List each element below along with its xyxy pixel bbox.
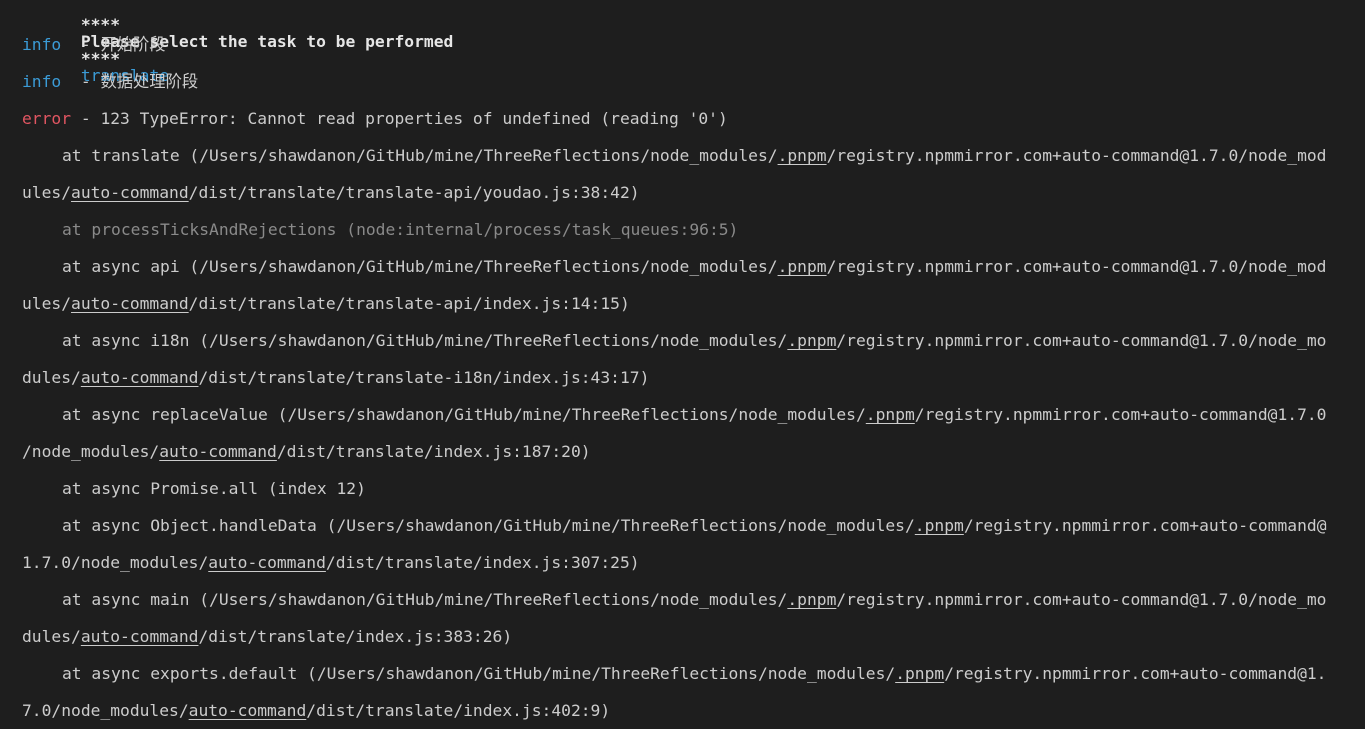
auto-command-link[interactable]: auto-command — [71, 294, 189, 313]
stack-frame-path: /node_modules/ — [22, 442, 160, 461]
stack-frame-line-wrap: ules/auto-command/dist/translate/transla… — [22, 174, 1365, 211]
stack-frame-text: at async Promise.all (index 12) — [62, 479, 366, 498]
log-line-error: error - 123 TypeError: Cannot read prope… — [22, 100, 1365, 137]
pnpm-link[interactable]: .pnpm — [787, 590, 836, 609]
stack-frame-line: at async Object.handleData (/Users/shawd… — [22, 507, 1365, 544]
auto-command-link[interactable]: auto-command — [208, 553, 326, 572]
stack-frame-path: ules/ — [22, 183, 72, 202]
error-message: 123 TypeError: Cannot read properties of… — [100, 109, 728, 128]
stack-frame-line: at async replaceValue (/Users/shawdanon/… — [22, 396, 1365, 433]
pnpm-link[interactable]: .pnpm — [787, 331, 836, 350]
auto-command-link[interactable]: auto-command — [159, 442, 277, 461]
stack-frame-path: /registry.npmmirror.com+auto-command@1.7… — [914, 405, 1327, 424]
stack-frame-path: /registry.npmmirror.com+auto-command@1.7… — [826, 146, 1327, 165]
stack-frame-path: at async replaceValue (/Users/shawdanon/… — [62, 405, 866, 424]
stack-frame-text: at processTicksAndRejections (node:inter… — [62, 220, 739, 239]
stack-frame-line: at async api (/Users/shawdanon/GitHub/mi… — [22, 248, 1365, 285]
log-sep: - — [71, 72, 101, 91]
stack-frame-path: dules/ — [22, 627, 81, 646]
stack-frame-path: at async i18n (/Users/shawdanon/GitHub/m… — [62, 331, 788, 350]
pnpm-link[interactable]: .pnpm — [866, 405, 915, 424]
stack-frame-line-wrap: dules/auto-command/dist/translate/index.… — [22, 618, 1365, 655]
log-message: 开始阶段 — [100, 35, 166, 54]
log-level: info — [22, 72, 62, 91]
stack-frame-line: at translate (/Users/shawdanon/GitHub/mi… — [22, 137, 1365, 174]
stack-frame-path: /registry.npmmirror.com+auto-command@ — [963, 516, 1327, 535]
stack-frame-path: 7.0/node_modules/ — [22, 701, 189, 720]
stack-frame-path: at async main (/Users/shawdanon/GitHub/m… — [62, 590, 788, 609]
stack-frame-path: ules/ — [22, 294, 72, 313]
stack-frame-line: at processTicksAndRejections (node:inter… — [22, 211, 1365, 248]
auto-command-link[interactable]: auto-command — [81, 368, 199, 387]
stack-frame-path: /registry.npmmirror.com+auto-command@1.7… — [826, 257, 1327, 276]
stack-trace: at translate (/Users/shawdanon/GitHub/mi… — [22, 137, 1365, 729]
log-sep: - — [71, 35, 101, 54]
pnpm-link[interactable]: .pnpm — [915, 516, 964, 535]
pnpm-link[interactable]: .pnpm — [778, 146, 827, 165]
stack-frame-line: at async Promise.all (index 12) — [22, 470, 1365, 507]
auto-command-link[interactable]: auto-command — [71, 183, 189, 202]
log-level: info — [22, 35, 62, 54]
stack-frame-path: /dist/translate/index.js:402:9) — [306, 701, 611, 720]
stack-frame-path: /registry.npmmirror.com+auto-command@1.7… — [836, 590, 1327, 609]
stack-frame-path: /dist/translate/translate-api/youdao.js:… — [188, 183, 640, 202]
stack-frame-line-wrap: 1.7.0/node_modules/auto-command/dist/tra… — [22, 544, 1365, 581]
pnpm-link[interactable]: .pnpm — [778, 257, 827, 276]
terminal-output[interactable]: **** Please select the task to be perfor… — [0, 0, 1365, 729]
stack-frame-path: dules/ — [22, 368, 81, 387]
log-line-info-2: info - 数据处理阶段 — [22, 63, 1365, 100]
stack-frame-path: /dist/translate/translate-api/index.js:1… — [188, 294, 630, 313]
prompt-line: **** Please select the task to be perfor… — [22, 0, 1365, 84]
pnpm-link[interactable]: .pnpm — [895, 664, 944, 683]
log-message: 数据处理阶段 — [100, 72, 199, 91]
stack-frame-path: /registry.npmmirror.com+auto-command@1.7… — [836, 331, 1327, 350]
stack-frame-path: at translate (/Users/shawdanon/GitHub/mi… — [62, 146, 778, 165]
stack-frame-line-wrap: ules/auto-command/dist/translate/transla… — [22, 285, 1365, 322]
log-line-info-1: info - 开始阶段 — [22, 26, 1365, 63]
stack-frame-line: at async i18n (/Users/shawdanon/GitHub/m… — [22, 322, 1365, 359]
auto-command-link[interactable]: auto-command — [189, 701, 307, 720]
stack-frame-line-wrap: 7.0/node_modules/auto-command/dist/trans… — [22, 692, 1365, 729]
stack-frame-line-wrap: dules/auto-command/dist/translate/transl… — [22, 359, 1365, 396]
stack-frame-line: at async exports.default (/Users/shawdan… — [22, 655, 1365, 692]
stack-frame-path: at async api (/Users/shawdanon/GitHub/mi… — [62, 257, 778, 276]
error-sep: - — [71, 109, 101, 128]
stack-frame-path: /dist/translate/translate-i18n/index.js:… — [198, 368, 650, 387]
stack-frame-path: /dist/translate/index.js:187:20) — [276, 442, 591, 461]
error-level: error — [22, 109, 72, 128]
stack-frame-path: /dist/translate/index.js:383:26) — [198, 627, 513, 646]
auto-command-link[interactable]: auto-command — [81, 627, 199, 646]
stack-frame-line: at async main (/Users/shawdanon/GitHub/m… — [22, 581, 1365, 618]
stack-frame-line-wrap: /node_modules/auto-command/dist/translat… — [22, 433, 1365, 470]
stack-frame-path: at async Object.handleData (/Users/shawd… — [62, 516, 915, 535]
stack-frame-path: 1.7.0/node_modules/ — [22, 553, 209, 572]
stack-frame-path: /registry.npmmirror.com+auto-command@1. — [944, 664, 1327, 683]
stack-frame-path: /dist/translate/index.js:307:25) — [325, 553, 640, 572]
stack-frame-path: at async exports.default (/Users/shawdan… — [62, 664, 896, 683]
